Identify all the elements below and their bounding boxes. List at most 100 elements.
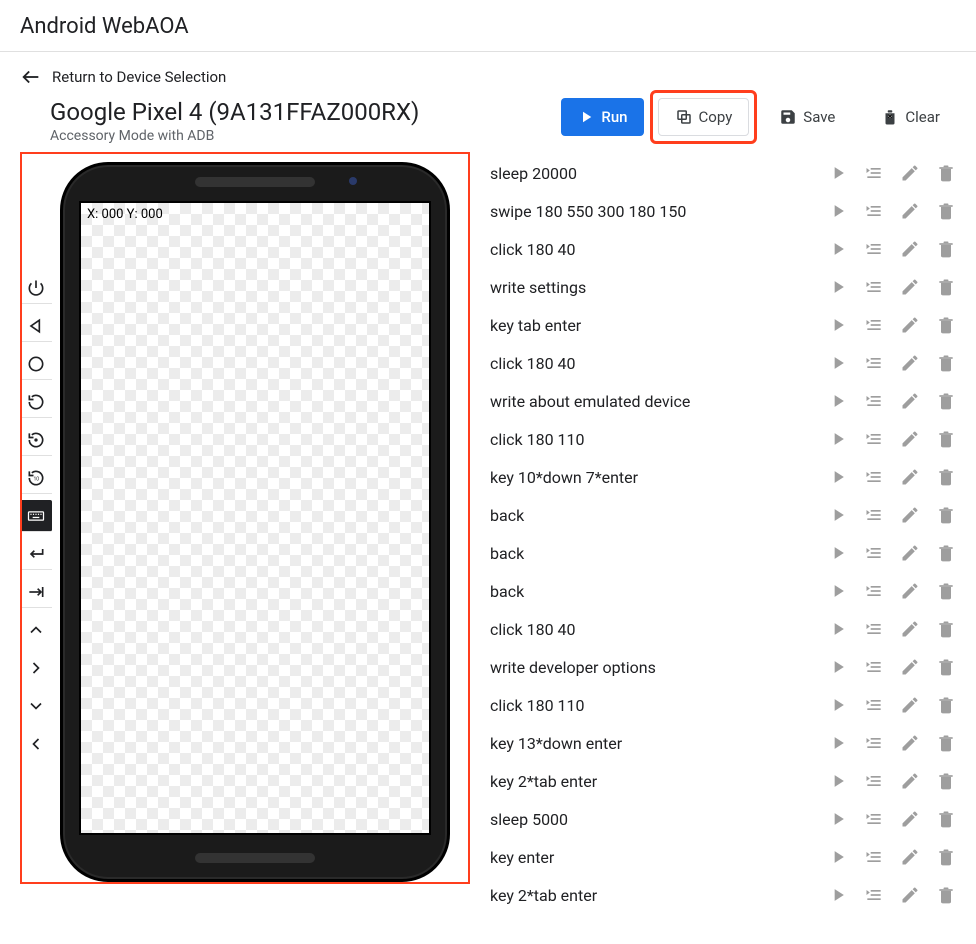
play-from-here-icon[interactable] [864, 429, 884, 449]
edit-icon[interactable] [900, 353, 920, 373]
delete-icon[interactable] [936, 847, 956, 867]
delete-icon[interactable] [936, 657, 956, 677]
play-from-here-icon[interactable] [864, 201, 884, 221]
edit-icon[interactable] [900, 467, 920, 487]
play-icon[interactable] [828, 505, 848, 525]
delete-icon[interactable] [936, 771, 956, 791]
delete-icon[interactable] [936, 201, 956, 221]
delete-icon[interactable] [936, 733, 956, 753]
play-icon[interactable] [828, 733, 848, 753]
delete-icon[interactable] [936, 885, 956, 905]
edit-icon[interactable] [900, 239, 920, 259]
enter-arrow-icon[interactable] [20, 538, 52, 570]
play-from-here-icon[interactable] [864, 467, 884, 487]
chevron-right-icon[interactable] [20, 652, 52, 684]
edit-icon[interactable] [900, 543, 920, 563]
chevron-up-icon[interactable] [20, 614, 52, 646]
play-icon[interactable] [828, 353, 848, 373]
delete-icon[interactable] [936, 239, 956, 259]
play-from-here-icon[interactable] [864, 543, 884, 563]
play-icon[interactable] [828, 201, 848, 221]
edit-icon[interactable] [900, 695, 920, 715]
delete-icon[interactable] [936, 353, 956, 373]
play-icon[interactable] [828, 543, 848, 563]
edit-icon[interactable] [900, 809, 920, 829]
tab-arrow-icon[interactable] [20, 576, 52, 608]
play-from-here-icon[interactable] [864, 809, 884, 829]
play-icon[interactable] [828, 239, 848, 259]
play-from-here-icon[interactable] [864, 619, 884, 639]
delete-icon[interactable] [936, 467, 956, 487]
chevron-down-icon[interactable] [20, 690, 52, 722]
chevron-left-icon[interactable] [20, 728, 52, 760]
keyboard-icon[interactable] [20, 500, 52, 532]
back-triangle-icon[interactable] [20, 310, 52, 342]
play-from-here-icon[interactable] [864, 315, 884, 335]
play-from-here-icon[interactable] [864, 885, 884, 905]
delete-icon[interactable] [936, 429, 956, 449]
edit-icon[interactable] [900, 201, 920, 221]
play-from-here-icon[interactable] [864, 695, 884, 715]
play-icon[interactable] [828, 163, 848, 183]
delete-icon[interactable] [936, 695, 956, 715]
delete-icon[interactable] [936, 315, 956, 335]
play-icon[interactable] [828, 315, 848, 335]
play-from-here-icon[interactable] [864, 277, 884, 297]
delete-icon[interactable] [936, 391, 956, 411]
play-from-here-icon[interactable] [864, 391, 884, 411]
play-icon[interactable] [828, 809, 848, 829]
clear-button[interactable]: Clear [865, 98, 956, 136]
play-icon[interactable] [828, 885, 848, 905]
refresh-loop-icon[interactable] [20, 424, 52, 456]
edit-icon[interactable] [900, 163, 920, 183]
delete-icon[interactable] [936, 581, 956, 601]
play-from-here-icon[interactable] [864, 353, 884, 373]
power-icon[interactable] [20, 272, 52, 304]
play-icon[interactable] [828, 391, 848, 411]
play-icon[interactable] [828, 277, 848, 297]
delete-icon[interactable] [936, 809, 956, 829]
home-circle-icon[interactable] [20, 348, 52, 380]
edit-icon[interactable] [900, 847, 920, 867]
play-from-here-icon[interactable] [864, 657, 884, 677]
edit-icon[interactable] [900, 277, 920, 297]
play-icon[interactable] [828, 581, 848, 601]
delete-icon[interactable] [936, 163, 956, 183]
back-arrow-icon[interactable] [20, 66, 42, 88]
edit-icon[interactable] [900, 771, 920, 791]
edit-icon[interactable] [900, 391, 920, 411]
refresh-timed-icon[interactable]: 10 [20, 462, 52, 494]
play-icon[interactable] [828, 467, 848, 487]
edit-icon[interactable] [900, 505, 920, 525]
play-from-here-icon[interactable] [864, 847, 884, 867]
delete-icon[interactable] [936, 505, 956, 525]
play-icon[interactable] [828, 695, 848, 715]
edit-icon[interactable] [900, 429, 920, 449]
play-icon[interactable] [828, 771, 848, 791]
play-icon[interactable] [828, 619, 848, 639]
save-button[interactable]: Save [763, 98, 851, 136]
play-from-here-icon[interactable] [864, 733, 884, 753]
edit-icon[interactable] [900, 581, 920, 601]
edit-icon[interactable] [900, 657, 920, 677]
play-from-here-icon[interactable] [864, 581, 884, 601]
delete-icon[interactable] [936, 543, 956, 563]
delete-icon[interactable] [936, 277, 956, 297]
edit-icon[interactable] [900, 733, 920, 753]
edit-icon[interactable] [900, 885, 920, 905]
delete-icon[interactable] [936, 619, 956, 639]
edit-icon[interactable] [900, 315, 920, 335]
return-link[interactable]: Return to Device Selection [52, 68, 226, 86]
play-from-here-icon[interactable] [864, 505, 884, 525]
play-from-here-icon[interactable] [864, 771, 884, 791]
phone-screen[interactable]: X: 000 Y: 000 [79, 201, 431, 835]
refresh-icon[interactable] [20, 386, 52, 418]
play-from-here-icon[interactable] [864, 239, 884, 259]
play-from-here-icon[interactable] [864, 163, 884, 183]
play-icon[interactable] [828, 657, 848, 677]
edit-icon[interactable] [900, 619, 920, 639]
run-button[interactable]: Run [561, 98, 643, 136]
play-icon[interactable] [828, 429, 848, 449]
copy-button[interactable]: Copy [658, 98, 750, 136]
play-icon[interactable] [828, 847, 848, 867]
